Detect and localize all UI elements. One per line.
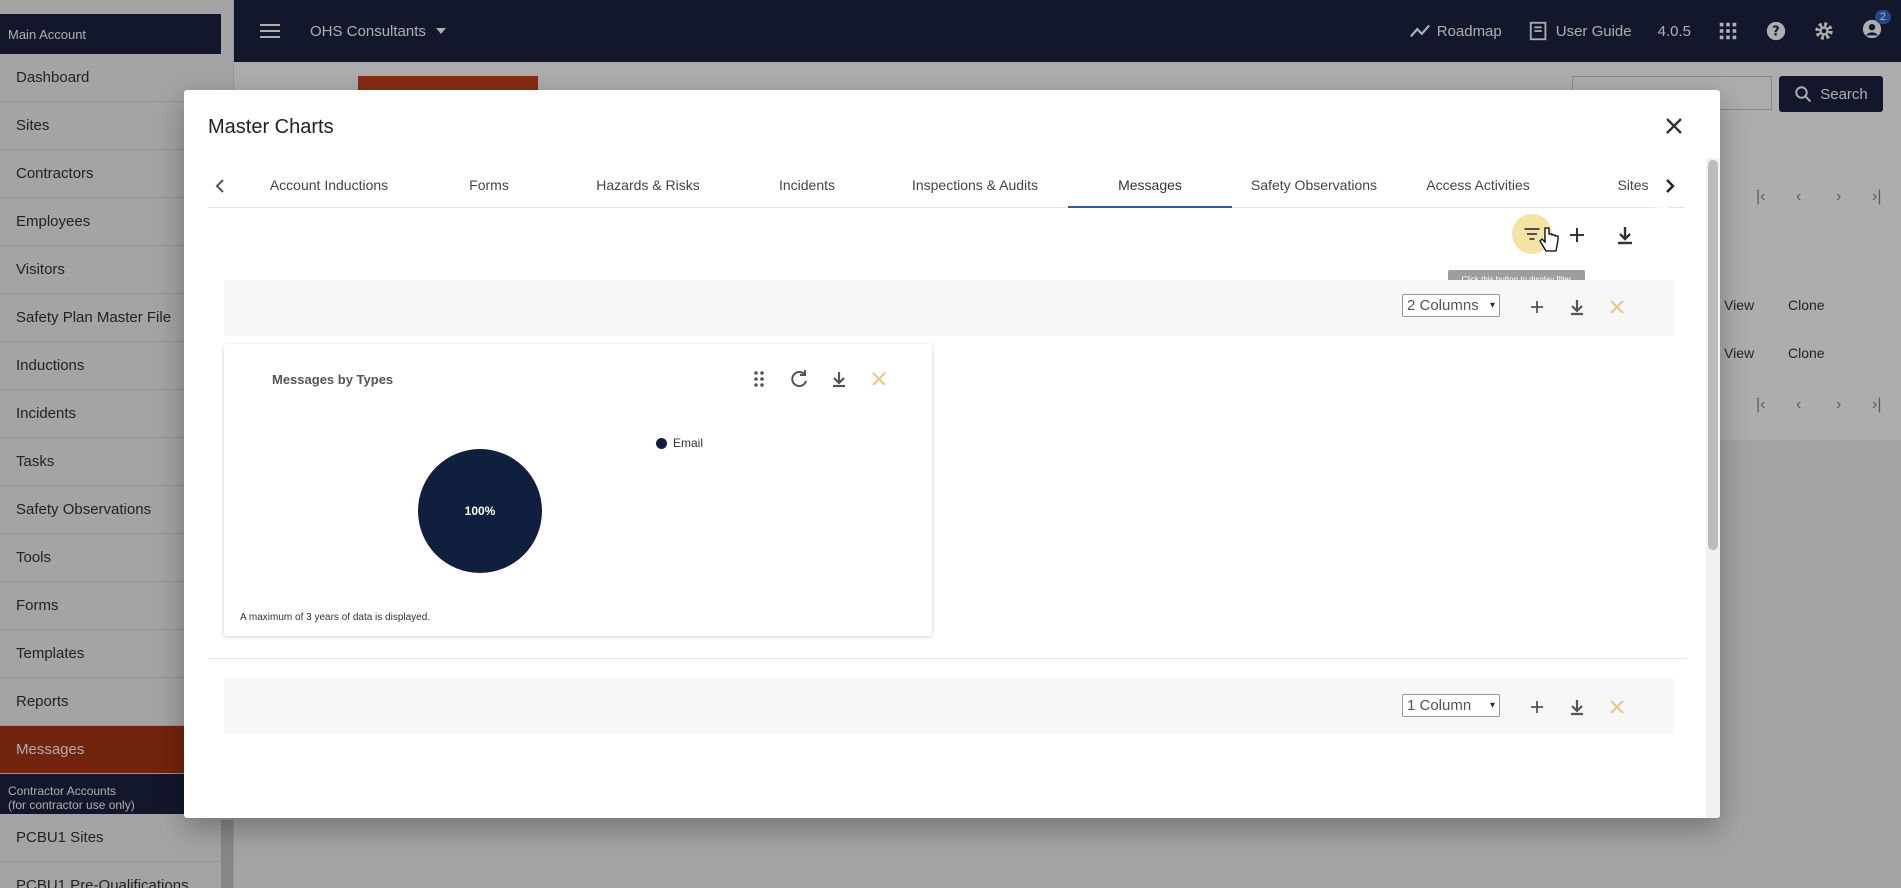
tabs-scroll-left-icon[interactable] bbox=[208, 174, 232, 198]
modal-scrollbar-thumb[interactable] bbox=[1708, 160, 1718, 550]
columns-select-row-1[interactable]: 2 Columns ▾ bbox=[1402, 294, 1500, 317]
download-all-icon[interactable] bbox=[1610, 220, 1640, 250]
tab-safety-observations[interactable]: Safety Observations bbox=[1232, 162, 1396, 208]
tab-incidents[interactable]: Incidents bbox=[732, 162, 882, 208]
tab-access-activities[interactable]: Access Activities bbox=[1396, 162, 1560, 208]
pie-chart: 100% bbox=[418, 449, 542, 573]
row-divider bbox=[208, 658, 1686, 659]
close-icon[interactable] bbox=[1662, 114, 1686, 138]
tab-hazards-risks[interactable]: Hazards & Risks bbox=[564, 162, 732, 208]
modal-scrollbar[interactable] bbox=[1706, 158, 1720, 818]
chevron-down-icon: ▾ bbox=[1489, 700, 1495, 711]
add-chart-row-icon[interactable] bbox=[1562, 220, 1592, 250]
tab-messages[interactable]: Messages bbox=[1068, 162, 1232, 208]
master-charts-modal: Master Charts Account Inductions Forms H… bbox=[184, 90, 1720, 818]
columns-select-row-1-value: 2 Columns bbox=[1407, 297, 1479, 314]
chevron-down-icon: ▾ bbox=[1489, 300, 1495, 311]
hand-cursor-icon bbox=[1539, 227, 1559, 252]
row-2-download-icon[interactable] bbox=[1562, 692, 1592, 722]
chart-row-1-header: 2 Columns ▾ bbox=[224, 280, 1674, 336]
chart-legend: Email bbox=[656, 436, 703, 450]
legend-label[interactable]: Email bbox=[673, 436, 703, 450]
chart-footnote: A maximum of 3 years of data is displaye… bbox=[240, 612, 431, 623]
tab-account-inductions[interactable]: Account Inductions bbox=[244, 162, 414, 208]
row-1-add-chart-icon[interactable] bbox=[1522, 292, 1552, 322]
chart-card-messages-by-types: Messages by Types 100% Email A maximum o… bbox=[224, 344, 932, 636]
pie-slice-label: 100% bbox=[465, 504, 496, 518]
row-2-remove-icon[interactable] bbox=[1602, 692, 1632, 722]
tab-inspections-audits[interactable]: Inspections & Audits bbox=[882, 162, 1068, 208]
columns-select-row-2[interactable]: 1 Column ▾ bbox=[1402, 694, 1500, 717]
row-1-download-icon[interactable] bbox=[1562, 292, 1592, 322]
legend-swatch bbox=[656, 437, 667, 449]
modal-title: Master Charts bbox=[208, 116, 334, 138]
chart-row-2-header: 1 Column ▾ bbox=[224, 678, 1674, 734]
row-1-remove-icon[interactable] bbox=[1602, 292, 1632, 322]
tab-forms[interactable]: Forms bbox=[414, 162, 564, 208]
columns-select-row-2-value: 1 Column bbox=[1407, 697, 1472, 714]
tabs-scroll-right-icon[interactable] bbox=[1658, 174, 1682, 198]
row-2-add-chart-icon[interactable] bbox=[1522, 692, 1552, 722]
